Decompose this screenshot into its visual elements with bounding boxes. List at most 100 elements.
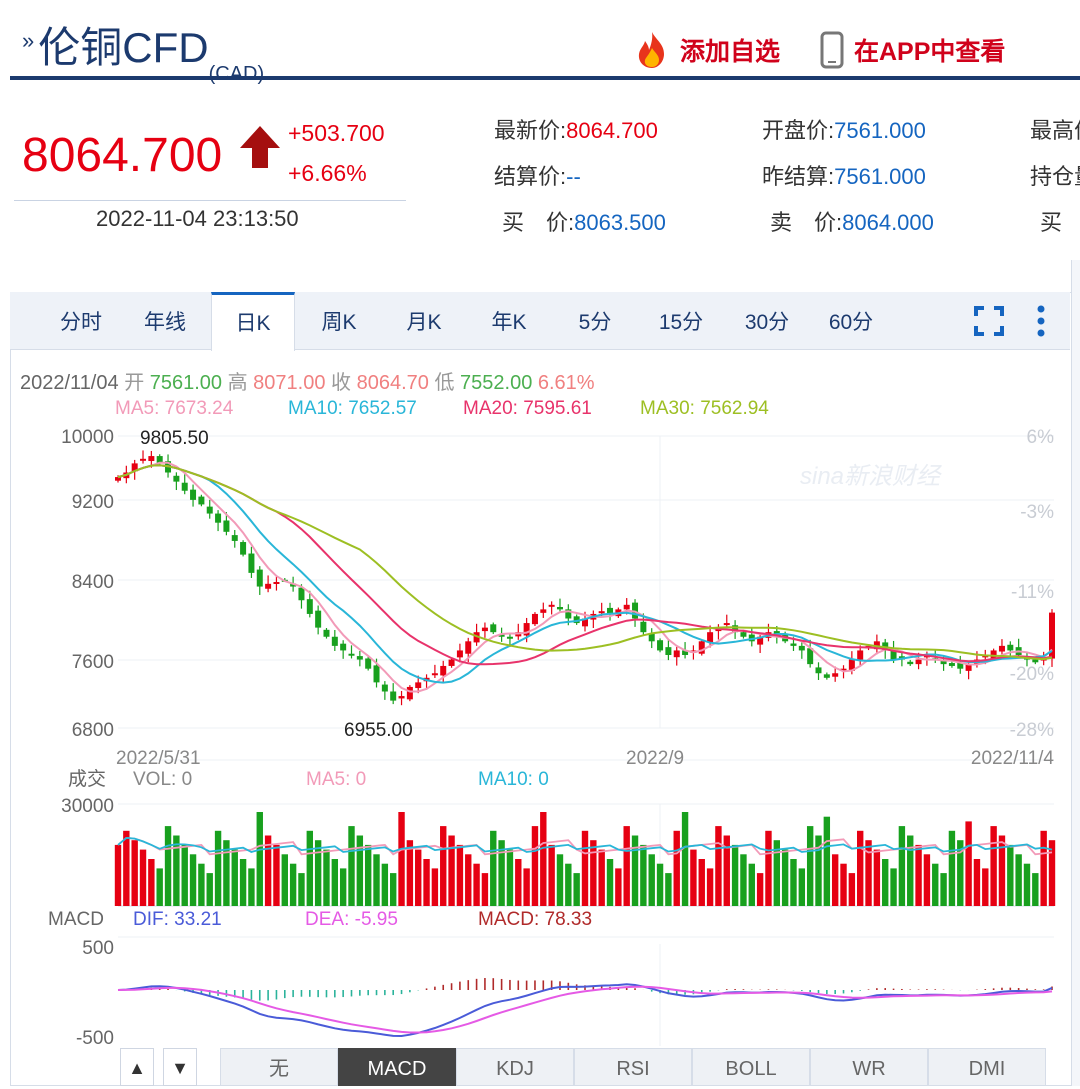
candle-body bbox=[331, 636, 338, 646]
volume-bar bbox=[256, 812, 263, 906]
candle-body bbox=[356, 656, 363, 660]
volume-bar bbox=[306, 830, 314, 906]
volume-bar bbox=[648, 854, 655, 906]
volume-bar bbox=[882, 859, 889, 906]
candle-body bbox=[231, 535, 238, 541]
volume-bar bbox=[907, 835, 914, 906]
volume-bar bbox=[623, 826, 630, 906]
volume-bar bbox=[531, 826, 539, 906]
volume-bar bbox=[1007, 844, 1014, 906]
volume-bar bbox=[873, 849, 881, 906]
candle-body bbox=[148, 456, 155, 462]
volume-bar bbox=[615, 868, 622, 906]
volume-bar bbox=[189, 854, 197, 906]
volume-bar bbox=[373, 854, 380, 906]
volume-bar bbox=[1023, 863, 1031, 906]
volume-bar bbox=[381, 863, 389, 906]
volume-bar bbox=[123, 830, 130, 906]
candle-body bbox=[440, 665, 447, 676]
indicator-tab-rsi[interactable]: RSI bbox=[574, 1048, 692, 1086]
pct-tick-m28: -28% bbox=[1010, 720, 1054, 741]
volume-bar bbox=[865, 840, 872, 906]
volume-bar bbox=[239, 859, 247, 906]
macd-value: MACD: 78.33 bbox=[478, 909, 592, 930]
volume-bar bbox=[665, 873, 672, 906]
indicator-tab-none[interactable]: 无 bbox=[220, 1048, 338, 1086]
candle-body bbox=[832, 673, 839, 677]
indicator-tab-macd[interactable]: MACD bbox=[338, 1048, 456, 1086]
volume-bar bbox=[181, 844, 188, 906]
volume-bar bbox=[506, 849, 514, 906]
volume-bar bbox=[948, 830, 956, 906]
candle-body bbox=[415, 682, 422, 689]
date-tick-mid: 2022/9 bbox=[626, 748, 684, 769]
vol-ma10: MA10: 0 bbox=[478, 769, 549, 790]
candle-body bbox=[431, 673, 438, 676]
volume-bar bbox=[631, 835, 639, 906]
candle-body bbox=[673, 650, 680, 658]
candle-body bbox=[723, 623, 730, 626]
vol-value: VOL: 0 bbox=[133, 769, 192, 790]
kline-chart[interactable]: sina新浪财经 10000 9200 8400 7600 6800 6% -3… bbox=[0, 0, 1080, 1048]
volume-bar bbox=[1032, 873, 1039, 906]
scroll-down-button[interactable]: ▼ bbox=[163, 1048, 197, 1086]
candle-body bbox=[140, 458, 147, 461]
volume-bar bbox=[231, 849, 238, 906]
indicator-tab-boll[interactable]: BOLL bbox=[692, 1048, 810, 1086]
candle-body bbox=[398, 696, 405, 699]
volume-bar bbox=[990, 826, 997, 906]
volume-bar bbox=[314, 840, 322, 906]
volume-bar bbox=[289, 863, 297, 906]
date-tick-start: 2022/5/31 bbox=[116, 748, 201, 769]
candle-body bbox=[265, 583, 272, 589]
volume-bar bbox=[456, 844, 464, 906]
indicator-tab-wr[interactable]: WR bbox=[810, 1048, 928, 1086]
volume-bar bbox=[915, 844, 922, 906]
candle-body bbox=[915, 659, 922, 665]
candle-body bbox=[998, 645, 1005, 652]
candle-body bbox=[456, 650, 463, 658]
volume-bar bbox=[406, 840, 414, 906]
candle-body bbox=[665, 647, 672, 655]
volume-bar bbox=[673, 830, 680, 906]
macd-dif: DIF: 33.21 bbox=[133, 909, 222, 930]
volume-bar bbox=[114, 844, 122, 906]
y-tick-9200: 9200 bbox=[72, 492, 114, 513]
volume-bar bbox=[523, 868, 530, 906]
candle-body bbox=[798, 645, 805, 651]
volume-bar bbox=[356, 835, 364, 906]
candle-body bbox=[323, 629, 330, 637]
volume-bar bbox=[273, 844, 280, 906]
volume-bar bbox=[465, 854, 472, 906]
volume-bar bbox=[173, 835, 180, 906]
macd-dea: DEA: -5.95 bbox=[305, 909, 398, 930]
volume-bar bbox=[398, 812, 405, 906]
candle-body bbox=[623, 604, 630, 610]
y-tick-6800: 6800 bbox=[72, 720, 114, 741]
candle-body bbox=[540, 609, 547, 613]
indicator-tab-kdj[interactable]: KDJ bbox=[456, 1048, 574, 1086]
volume-bar bbox=[840, 863, 847, 906]
sina-watermark: sina新浪财经 bbox=[800, 463, 943, 490]
volume-bar bbox=[690, 849, 697, 906]
min-price-label: 6955.00 bbox=[344, 720, 413, 741]
y-tick-7600: 7600 bbox=[72, 652, 114, 673]
volume-bar bbox=[440, 826, 447, 906]
volume-bar bbox=[1040, 830, 1047, 906]
volume-bar bbox=[898, 826, 906, 906]
date-tick-end: 2022/11/4 bbox=[971, 748, 1055, 769]
vol-tick-30000: 30000 bbox=[61, 796, 114, 817]
candle-body bbox=[348, 653, 355, 656]
volume-bar bbox=[823, 816, 831, 906]
indicator-tab-dmi[interactable]: DMI bbox=[928, 1048, 1046, 1086]
candle-body bbox=[948, 663, 955, 666]
volume-bar bbox=[748, 863, 755, 906]
volume-bar bbox=[448, 835, 455, 906]
scroll-up-button[interactable]: ▲ bbox=[120, 1048, 154, 1086]
volume-bar bbox=[798, 868, 806, 906]
candle-body bbox=[1007, 644, 1014, 651]
volume-bar bbox=[890, 868, 897, 906]
volume-bar bbox=[206, 873, 213, 906]
candle-body bbox=[406, 686, 413, 700]
candle-body bbox=[790, 643, 797, 646]
